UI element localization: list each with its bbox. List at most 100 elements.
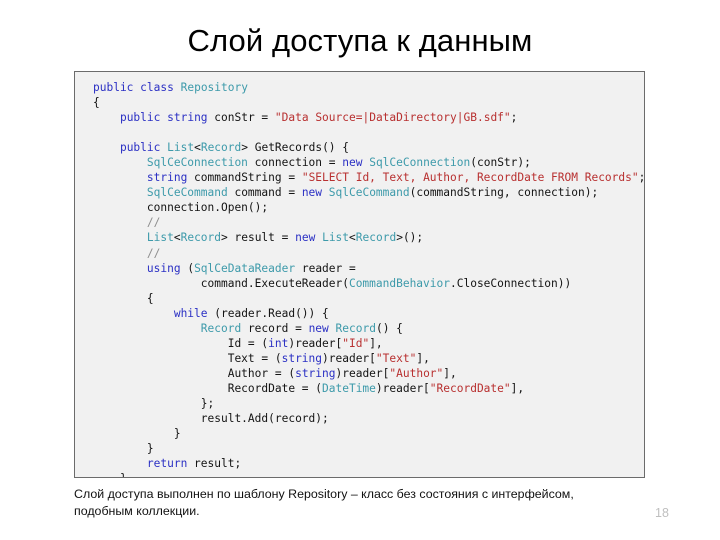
- code-line: List<Record> result = new List<Record>()…: [93, 230, 644, 245]
- code-token-typ: SqlCeDataReader: [194, 261, 296, 275]
- code-line: while (reader.Read()) {: [93, 306, 644, 321]
- code-token-str: "RecordDate": [429, 381, 511, 395]
- code-line: {: [93, 95, 644, 110]
- code-token-plain: >();: [396, 231, 424, 245]
- code-token-typ: Record: [200, 141, 242, 155]
- code-line: SqlCeCommand command = new SqlCeCommand(…: [93, 185, 644, 200]
- code-token-kw: new: [342, 156, 363, 170]
- code-token-str: "Text": [375, 351, 417, 365]
- code-token-plain: {: [93, 291, 154, 305]
- code-token-plain: ],: [416, 351, 430, 365]
- code-token-plain: )reader[: [288, 336, 343, 350]
- code-token-plain: <: [173, 231, 181, 245]
- code-token-plain: }: [93, 472, 127, 477]
- code-token-typ: SqlCeConnection: [369, 156, 471, 170]
- code-token-kw: string: [146, 171, 188, 185]
- code-token-plain: command =: [227, 186, 302, 200]
- code-token-plain: connection =: [247, 156, 343, 170]
- code-token-kw: new: [308, 321, 329, 335]
- code-line: }: [93, 471, 644, 477]
- code-token-typ: Record: [335, 321, 376, 335]
- code-token-plain: reader =: [295, 261, 356, 275]
- code-token-plain: Author = (: [93, 366, 296, 380]
- code-token-plain: }: [93, 427, 181, 441]
- code-token-plain: commandString =: [187, 171, 302, 185]
- code-token-plain: ],: [510, 381, 525, 395]
- code-token-cmt: //: [146, 216, 161, 230]
- code-token-plain: (: [180, 261, 195, 275]
- code-token-plain: conStr =: [207, 111, 275, 125]
- code-token-plain: RecordDate = (: [93, 381, 323, 395]
- code-line: return result;: [93, 456, 644, 471]
- code-token-kw: string: [295, 366, 336, 380]
- code-token-typ: List: [322, 231, 350, 245]
- code-token-plain: (commandString, connection);: [409, 186, 599, 200]
- code-line: using (SqlCeDataReader reader =: [93, 261, 644, 276]
- code-listing: public class Repository{ public string c…: [75, 72, 644, 477]
- code-token-plain: ],: [443, 366, 457, 380]
- code-token-str: "Id": [342, 336, 370, 350]
- code-token-kw: public: [93, 81, 134, 94]
- page-number: 18: [655, 506, 669, 520]
- code-token-typ: Record: [200, 321, 242, 335]
- code-line: {: [93, 291, 644, 306]
- code-line: }: [93, 426, 644, 441]
- code-token-plain: > GetRecords() {: [241, 141, 350, 155]
- caption-text: Слой доступа выполнен по шаблону Reposit…: [74, 487, 574, 518]
- code-token-plain: }: [93, 442, 154, 456]
- code-line: }: [93, 441, 644, 456]
- code-line: RecordDate = (DateTime)reader["RecordDat…: [93, 381, 644, 396]
- code-line: //: [93, 246, 644, 261]
- code-line: public string conStr = "Data Source=|Dat…: [93, 110, 644, 125]
- code-token-typ: DateTime: [322, 381, 376, 395]
- code-line: Author = (string)reader["Author"],: [93, 366, 644, 381]
- code-token-plain: )reader[: [335, 366, 390, 380]
- code-token-plain: result.Add(record);: [93, 412, 329, 426]
- code-token-kw: public: [119, 141, 161, 155]
- code-token-kw: using: [146, 261, 181, 275]
- code-token-typ: SqlCeCommand: [328, 186, 410, 200]
- code-token-typ: List: [146, 231, 174, 245]
- code-token-kw: public: [119, 111, 161, 125]
- slide: Слой доступа к данным public class Repos…: [0, 0, 720, 540]
- code-token-plain: <: [349, 231, 356, 245]
- code-token-kw: string: [167, 111, 208, 125]
- code-line: Record record = new Record() {: [93, 321, 644, 336]
- code-block: public class Repository{ public string c…: [74, 71, 645, 478]
- code-token-typ: List: [167, 141, 195, 155]
- code-token-plain: ;: [510, 111, 518, 125]
- code-line: public class Repository: [93, 80, 644, 95]
- code-line: //: [93, 215, 644, 230]
- code-token-kw: return: [146, 457, 188, 471]
- code-token-plain: record =: [241, 321, 309, 335]
- code-token-plain: result;: [187, 457, 242, 471]
- code-token-plain: () {: [375, 321, 403, 335]
- code-line: command.ExecuteReader(CommandBehavior.Cl…: [93, 276, 644, 291]
- code-line: };: [93, 396, 644, 411]
- code-token-plain: <: [194, 141, 201, 155]
- code-token-kw: new: [295, 231, 316, 245]
- code-token-typ: Record: [355, 231, 397, 245]
- code-token-plain: (conStr);: [470, 156, 531, 170]
- code-line: Id = (int)reader["Id"],: [93, 336, 644, 351]
- code-line: result.Add(record);: [93, 411, 644, 426]
- code-token-kw: class: [140, 81, 174, 94]
- code-line: connection.Open();: [93, 200, 644, 215]
- code-token-plain: ],: [369, 336, 383, 350]
- code-line: string commandString = "SELECT Id, Text,…: [93, 170, 644, 185]
- code-token-plain: )reader[: [375, 381, 430, 395]
- code-token-typ: Repository: [180, 81, 248, 94]
- code-token-plain: {: [93, 96, 100, 110]
- code-token-plain: .CloseConnection)): [450, 276, 572, 290]
- code-token-plain: ;: [638, 171, 645, 185]
